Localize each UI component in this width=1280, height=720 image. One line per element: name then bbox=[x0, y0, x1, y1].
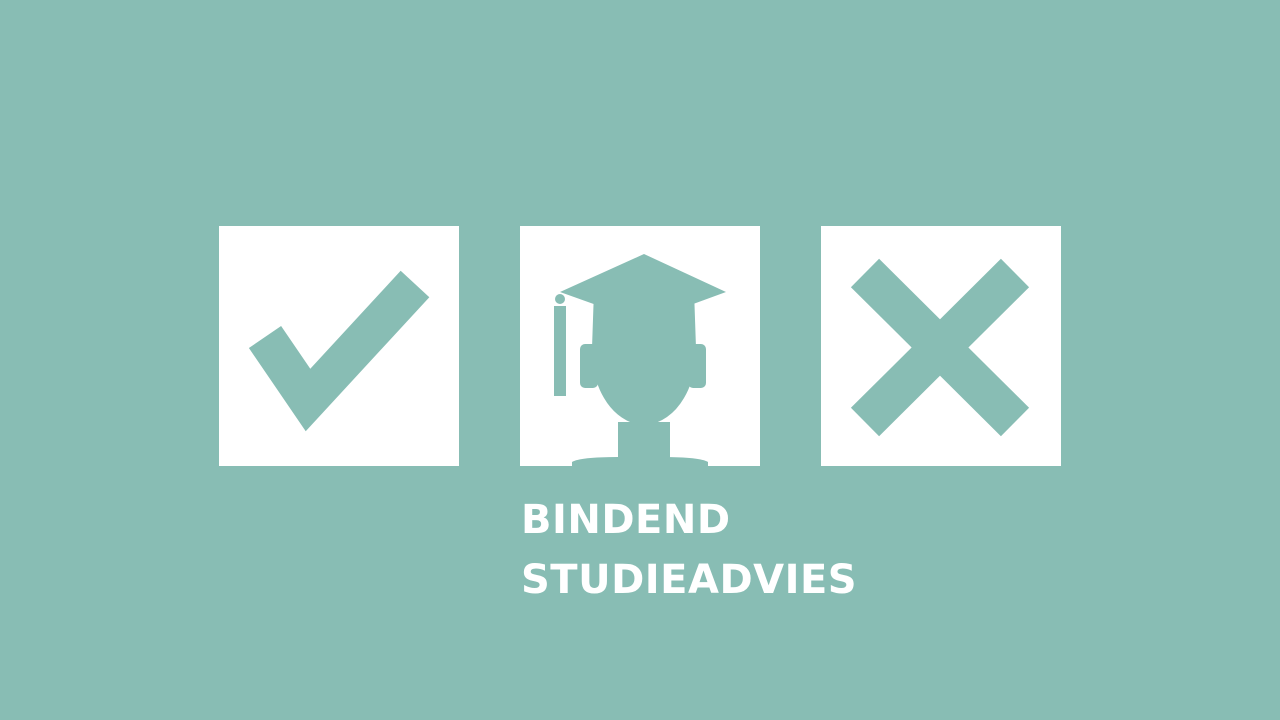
check-tile bbox=[219, 226, 459, 466]
cross-icon bbox=[850, 258, 1030, 437]
graduate-student-icon bbox=[554, 254, 726, 466]
title-text: BINDEND STUDIEADVIES bbox=[521, 490, 857, 610]
checkmark-icon bbox=[248, 270, 430, 432]
title-card: BINDEND STUDIEADVIES bbox=[0, 0, 1280, 720]
title-line-2: STUDIEADVIES bbox=[521, 557, 858, 603]
title-line-1: BINDEND bbox=[521, 497, 731, 543]
cross-tile bbox=[821, 226, 1061, 466]
student-tile bbox=[520, 226, 760, 466]
